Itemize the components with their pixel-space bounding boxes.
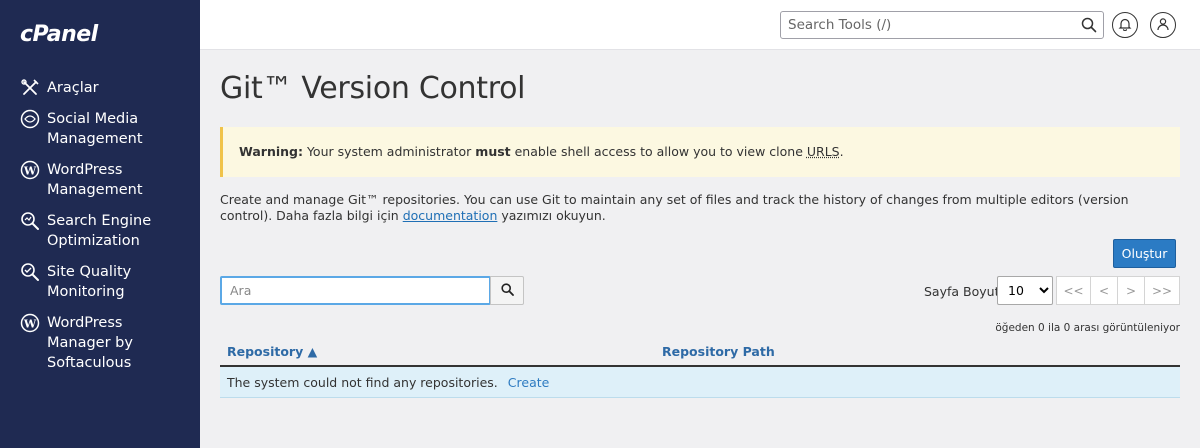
table-header: Repository ▲ Repository Path xyxy=(220,341,1180,367)
repository-search-button[interactable] xyxy=(490,276,524,305)
sidebar-item-site-quality[interactable]: Site Quality Monitoring xyxy=(0,262,200,302)
description-text: Create and manage Git™ repositories. You… xyxy=(220,192,1129,223)
warning-label: Warning: xyxy=(239,144,303,159)
topbar xyxy=(200,0,1200,50)
seo-icon xyxy=(20,211,40,231)
repository-search xyxy=(220,276,491,305)
page-title: Git™ Version Control xyxy=(220,71,526,106)
sidebar-item-label: Araçlar xyxy=(47,80,99,96)
user-menu-button[interactable] xyxy=(1150,12,1176,38)
search-icon xyxy=(500,281,514,300)
warning-text: Your system administrator xyxy=(302,144,476,159)
sidebar-item-label: Search Engine Optimization xyxy=(47,213,152,249)
sidebar-item-label: Site Quality Monitoring xyxy=(47,264,132,300)
sidebar-item-label: Social Media Management xyxy=(47,111,143,147)
tools-icon xyxy=(20,78,40,98)
sidebar-item-wordpress-management[interactable]: W WordPress Management xyxy=(0,160,200,200)
empty-message: The system could not find any repositori… xyxy=(227,374,498,390)
sidebar-item-social-media[interactable]: Social Media Management xyxy=(0,109,200,149)
column-header-repository[interactable]: Repository ▲ xyxy=(227,344,317,359)
sidebar-item-wordpress-manager[interactable]: W WordPress Manager by Softaculous xyxy=(0,313,200,373)
sidebar-item-tools[interactable]: Araçlar xyxy=(0,78,200,98)
search-tools-input[interactable] xyxy=(781,12,1071,38)
warning-abbr: URLS xyxy=(806,144,840,159)
warning-text: enable shell access to allow you to view… xyxy=(510,144,807,159)
pager-prev-button[interactable]: < xyxy=(1090,276,1118,305)
notifications-button[interactable] xyxy=(1112,12,1138,38)
sidebar-item-label: WordPress Management xyxy=(47,162,143,198)
pager-first-button[interactable]: << xyxy=(1056,276,1091,305)
warning-period: . xyxy=(839,144,844,159)
warning-bold: must xyxy=(475,144,511,159)
site-quality-icon xyxy=(20,262,40,282)
page-size-label: Sayfa Boyutu xyxy=(924,284,1008,299)
sidebar-item-seo[interactable]: Search Engine Optimization xyxy=(0,211,200,251)
search-icon[interactable] xyxy=(1081,17,1097,33)
sidebar: cPanel Araçlar Social Media Management W… xyxy=(0,0,200,448)
table-row: The system could not find any repositori… xyxy=(220,367,1180,398)
pager-last-button[interactable]: >> xyxy=(1144,276,1180,305)
sidebar-item-label: WordPress Manager by Softaculous xyxy=(47,315,133,371)
main-content: Git™ Version Control Warning: Your syste… xyxy=(200,51,1200,448)
svg-text:W: W xyxy=(23,165,37,178)
sidebar-nav: Araçlar Social Media Management W WordPr… xyxy=(0,78,200,384)
column-header-repository-path[interactable]: Repository Path xyxy=(662,344,775,359)
svg-text:W: W xyxy=(23,318,37,331)
pager-next-button[interactable]: > xyxy=(1117,276,1145,305)
create-button[interactable]: Oluştur xyxy=(1113,239,1176,268)
bell-icon xyxy=(1118,16,1132,35)
page-description: Create and manage Git™ repositories. You… xyxy=(220,192,1180,224)
repository-search-input[interactable] xyxy=(222,278,482,303)
documentation-link[interactable]: documentation xyxy=(403,208,498,223)
repository-table: Repository ▲ Repository Path The system … xyxy=(220,341,1180,398)
wordpress-icon: W xyxy=(20,313,40,333)
create-link[interactable]: Create xyxy=(508,375,550,390)
description-after: yazımızı okuyun. xyxy=(497,208,606,223)
result-count: öğeden 0 ila 0 arası görüntüleniyor xyxy=(995,322,1180,334)
wordpress-icon: W xyxy=(20,160,40,180)
user-icon xyxy=(1156,16,1170,35)
cpanel-logo[interactable]: cPanel xyxy=(20,22,98,47)
social-media-icon xyxy=(20,109,40,129)
search-tools xyxy=(780,11,1104,39)
warning-alert: Warning: Your system administrator must … xyxy=(220,127,1180,177)
page-size-select[interactable]: 10 xyxy=(997,276,1053,305)
